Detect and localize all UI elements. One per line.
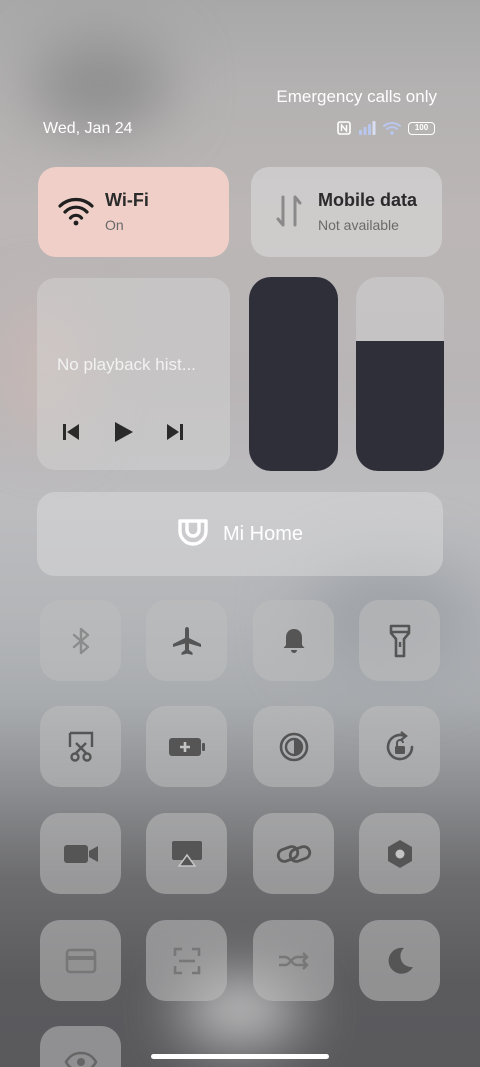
brightness-fill: [249, 277, 338, 471]
wallet-card-toggle[interactable]: [40, 920, 121, 1001]
home-gesture-bar[interactable]: [151, 1054, 329, 1059]
brightness-slider[interactable]: [249, 277, 338, 471]
mobile-data-toggle-tile[interactable]: Mobile data Not available: [251, 167, 442, 257]
date-text: Wed, Jan 24: [43, 120, 133, 137]
play-icon[interactable]: [111, 420, 135, 444]
mobile-data-status: Not available: [318, 217, 399, 233]
swap-icon: [278, 951, 309, 970]
mi-home-button[interactable]: Mi Home: [37, 492, 443, 576]
swap-toggle[interactable]: [253, 920, 334, 1001]
bell-icon: [283, 628, 304, 653]
rotation-lock-icon: [386, 730, 413, 760]
wifi-icon: [383, 122, 401, 135]
eye-toggle[interactable]: [40, 1026, 121, 1067]
battery-icon: 100: [408, 121, 435, 135]
reading-mode-toggle[interactable]: [253, 706, 334, 787]
nfc-icon: [337, 121, 351, 135]
screen-recorder-toggle[interactable]: [40, 813, 121, 894]
battery-saver-icon: [168, 737, 205, 756]
mi-home-icon: [178, 519, 208, 546]
previous-track-icon[interactable]: [61, 422, 81, 442]
mobile-data-icon: [276, 195, 302, 227]
settings-hex-icon: [387, 839, 412, 868]
sound-toggle[interactable]: [253, 600, 334, 681]
moon-icon: [388, 947, 413, 974]
battery-level-text: 100: [414, 123, 429, 132]
volume-slider[interactable]: [356, 277, 444, 471]
bluetooth-toggle[interactable]: [40, 600, 121, 681]
screenshot-toggle[interactable]: [40, 706, 121, 787]
flashlight-toggle[interactable]: [359, 600, 440, 681]
bluetooth-icon: [72, 627, 89, 654]
media-controls: [61, 420, 185, 444]
scan-icon: [173, 947, 200, 974]
signal-icon: [359, 121, 376, 135]
dark-mode-toggle[interactable]: [359, 920, 440, 1001]
wifi-title: Wi-Fi: [105, 190, 149, 210]
media-status-text: No playback hist...: [57, 355, 196, 374]
card-icon: [65, 948, 96, 973]
reading-mode-icon: [279, 732, 308, 761]
mi-home-label: Mi Home: [222, 522, 303, 545]
flashlight-icon: [389, 624, 410, 657]
scanner-toggle[interactable]: [146, 920, 227, 1001]
wifi-toggle-tile[interactable]: Wi-Fi On: [38, 167, 229, 257]
carrier-status-text: Emergency calls only: [276, 87, 437, 106]
video-camera-icon: [63, 844, 98, 863]
airplane-icon: [172, 626, 201, 655]
link-icon: [276, 844, 311, 863]
next-track-icon[interactable]: [165, 422, 185, 442]
mobile-data-title: Mobile data: [318, 190, 418, 210]
airplane-mode-toggle[interactable]: [146, 600, 227, 681]
screenshot-icon: [68, 731, 93, 762]
wifi-status: On: [105, 217, 124, 233]
status-icons: 100: [337, 121, 435, 135]
background-blur: [30, 40, 170, 130]
cast-toggle[interactable]: [146, 813, 227, 894]
rotation-lock-toggle[interactable]: [359, 706, 440, 787]
settings-toggle[interactable]: [359, 813, 440, 894]
cast-icon: [171, 840, 202, 867]
link-toggle[interactable]: [253, 813, 334, 894]
eye-icon: [64, 1051, 97, 1067]
wifi-icon: [58, 198, 94, 226]
volume-fill: [356, 341, 444, 471]
media-player-card[interactable]: No playback hist...: [37, 278, 230, 470]
battery-saver-toggle[interactable]: [146, 706, 227, 787]
